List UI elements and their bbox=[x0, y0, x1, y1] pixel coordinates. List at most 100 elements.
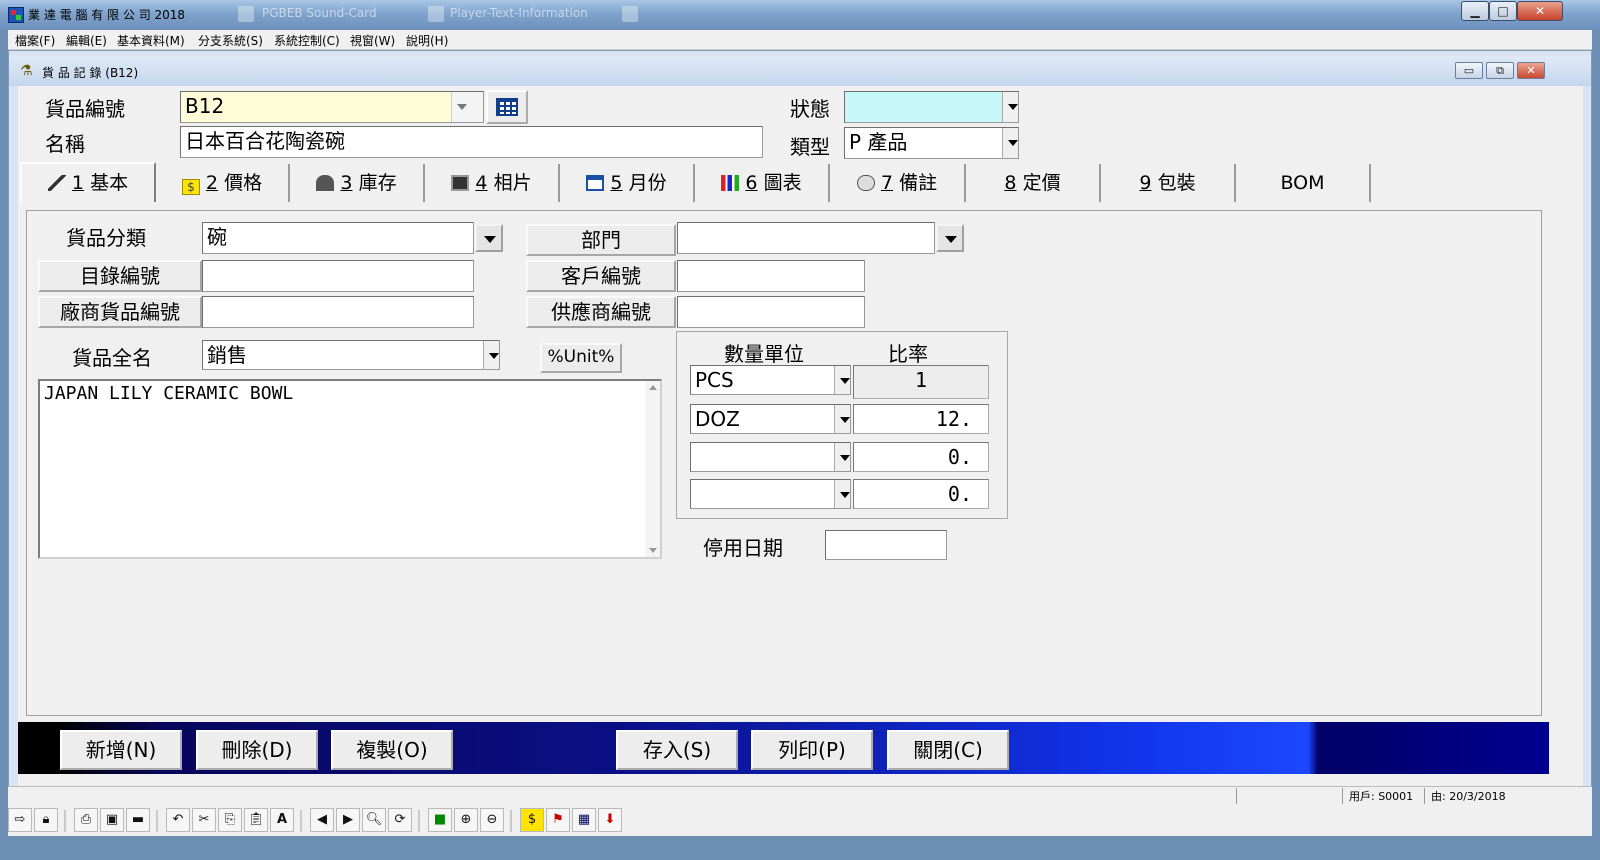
maximize-button[interactable]: □ bbox=[1489, 1, 1517, 21]
status-date: 由: 20/3/2018 10:44:54 bbox=[1424, 788, 1548, 817]
zoom-out-icon[interactable]: ⊖ bbox=[480, 808, 504, 832]
grid-lookup-button[interactable] bbox=[486, 90, 528, 124]
lock-icon[interactable]: 🔒︎ bbox=[34, 808, 58, 832]
item-no-field[interactable]: B12 bbox=[180, 91, 484, 123]
chevron-down-icon[interactable] bbox=[1002, 128, 1018, 158]
status-empty-segment bbox=[1236, 788, 1332, 804]
disable-date-field[interactable] bbox=[825, 530, 947, 560]
full-name-textarea[interactable] bbox=[38, 379, 662, 559]
customer-no-field[interactable] bbox=[677, 260, 865, 292]
category-dropdown-button[interactable] bbox=[475, 224, 503, 252]
full-name-type-select[interactable]: 銷售 bbox=[202, 340, 500, 370]
child-maximize-button[interactable]: ⧉ bbox=[1486, 62, 1514, 79]
unit-select-1[interactable]: PCS bbox=[690, 365, 851, 395]
tab-inventory[interactable]: 3 庫存 bbox=[290, 164, 425, 202]
prev-icon[interactable]: ◀ bbox=[310, 808, 334, 832]
find-icon[interactable]: 🔍︎ bbox=[362, 808, 386, 832]
vendor-item-no-label-button[interactable]: 廠商貨品編號 bbox=[38, 296, 202, 328]
refresh-icon[interactable]: ⟳ bbox=[388, 808, 412, 832]
chevron-down-icon[interactable] bbox=[1002, 92, 1018, 122]
description-scrollbar[interactable] bbox=[645, 381, 660, 557]
unit-select-3[interactable] bbox=[690, 442, 851, 472]
category-field[interactable]: 碗 bbox=[202, 222, 474, 254]
print-button[interactable]: 列印(P) bbox=[751, 730, 873, 770]
child-title-bar bbox=[9, 56, 1591, 86]
name-field[interactable]: 日本百合花陶瓷碗 bbox=[180, 126, 763, 158]
menu-window[interactable]: 視窗(W) bbox=[350, 32, 395, 49]
child-minimize-button[interactable]: ▭ bbox=[1455, 62, 1483, 79]
unit-select-4[interactable] bbox=[690, 479, 851, 509]
tab-remarks[interactable]: 7 備註 bbox=[830, 164, 966, 202]
menu-help[interactable]: 說明(H) bbox=[406, 32, 448, 49]
tab-basic[interactable]: 1 基本 bbox=[20, 162, 156, 202]
exit-icon[interactable]: ⇨ bbox=[8, 808, 32, 832]
close-button[interactable]: ✕ bbox=[1517, 1, 1563, 21]
department-dropdown-button[interactable] bbox=[936, 224, 964, 252]
unit-select-2[interactable]: DOZ bbox=[690, 404, 851, 434]
vendor-item-no-field[interactable] bbox=[202, 296, 474, 328]
cut-icon[interactable]: ✂ bbox=[192, 808, 216, 832]
font-icon[interactable]: A bbox=[270, 808, 294, 832]
toolbar-separator bbox=[156, 810, 158, 832]
status-select[interactable] bbox=[844, 91, 1019, 123]
delete-button[interactable]: 刪除(D) bbox=[196, 730, 318, 770]
scroll-down-icon[interactable] bbox=[649, 548, 657, 553]
paste-icon[interactable]: 📋︎ bbox=[244, 808, 268, 832]
unit-macro-button[interactable]: %Unit% bbox=[540, 343, 622, 373]
chevron-down-icon[interactable] bbox=[834, 443, 850, 471]
zoom-in-icon[interactable]: ⊕ bbox=[454, 808, 478, 832]
minimize-button[interactable]: ▁ bbox=[1461, 1, 1489, 21]
dollar-icon: $ bbox=[181, 179, 200, 195]
full-name-label: 貨品全名 bbox=[72, 346, 152, 370]
ratio-field-2[interactable]: 12. bbox=[853, 404, 989, 434]
close-form-button[interactable]: 關閉(C) bbox=[887, 730, 1009, 770]
menu-branch-system[interactable]: 分支系統(S) bbox=[198, 32, 263, 49]
customer-no-label-button[interactable]: 客戶編號 bbox=[526, 260, 676, 292]
calculator-icon[interactable]: ▦ bbox=[572, 808, 596, 832]
menu-system-control[interactable]: 系統控制(C) bbox=[274, 32, 340, 49]
bar-chart-icon bbox=[721, 175, 740, 191]
catalog-no-field[interactable] bbox=[202, 260, 474, 292]
tab-bom[interactable]: BOM bbox=[1236, 164, 1371, 202]
ratio-field-4[interactable]: 0. bbox=[853, 479, 989, 509]
full-name-type-value: 銷售 bbox=[207, 343, 247, 367]
chevron-down-icon[interactable] bbox=[483, 341, 499, 369]
menu-file[interactable]: 檔案(F) bbox=[15, 32, 55, 49]
undo-icon[interactable]: ↶ bbox=[166, 808, 190, 832]
catalog-no-label-button[interactable]: 目錄編號 bbox=[38, 260, 202, 292]
dollar-icon[interactable]: $ bbox=[520, 808, 544, 832]
menu-edit[interactable]: 編輯(E) bbox=[66, 32, 107, 49]
department-label-button[interactable]: 部門 bbox=[526, 224, 676, 256]
printer-icon[interactable]: ⎙ bbox=[74, 808, 98, 832]
supplier-no-field[interactable] bbox=[677, 296, 865, 328]
ratio-header: 比率 bbox=[888, 342, 928, 366]
window-icon[interactable]: ■ bbox=[428, 808, 452, 832]
preview-icon[interactable]: ▣ bbox=[100, 808, 124, 832]
scroll-up-icon[interactable] bbox=[649, 385, 657, 390]
department-field[interactable] bbox=[677, 222, 935, 254]
chevron-down-icon[interactable] bbox=[834, 480, 850, 508]
next-icon[interactable]: ▶ bbox=[336, 808, 360, 832]
chevron-down-icon[interactable] bbox=[834, 405, 850, 433]
copy-button[interactable]: 複製(O) bbox=[331, 730, 453, 770]
type-value: P 產品 bbox=[849, 130, 908, 154]
tab-price[interactable]: $2 價格 bbox=[156, 164, 290, 202]
child-close-button[interactable]: ✕ bbox=[1517, 62, 1545, 79]
chevron-down-icon[interactable] bbox=[451, 92, 483, 122]
minus-icon[interactable]: ▬ bbox=[126, 808, 150, 832]
type-select[interactable]: P 產品 bbox=[844, 127, 1019, 159]
copy-icon[interactable]: ⎘ bbox=[218, 808, 242, 832]
tab-pricing[interactable]: 8 定價 bbox=[966, 164, 1101, 202]
menu-master-data[interactable]: 基本資料(M) bbox=[117, 32, 185, 49]
tab-photo[interactable]: 4 相片 bbox=[425, 164, 560, 202]
ratio-field-3[interactable]: 0. bbox=[853, 442, 989, 472]
supplier-no-label-button[interactable]: 供應商編號 bbox=[526, 296, 676, 328]
chevron-down-icon[interactable] bbox=[834, 366, 850, 394]
tab-chart[interactable]: 6 圖表 bbox=[695, 164, 830, 202]
tab-month[interactable]: 5 月份 bbox=[560, 164, 695, 202]
flag-icon[interactable]: ⚑ bbox=[546, 808, 570, 832]
save-button[interactable]: 存入(S) bbox=[616, 730, 738, 770]
tab-packing[interactable]: 9 包裝 bbox=[1101, 164, 1236, 202]
download-icon[interactable]: ⬇ bbox=[598, 808, 622, 832]
new-button[interactable]: 新增(N) bbox=[60, 730, 182, 770]
